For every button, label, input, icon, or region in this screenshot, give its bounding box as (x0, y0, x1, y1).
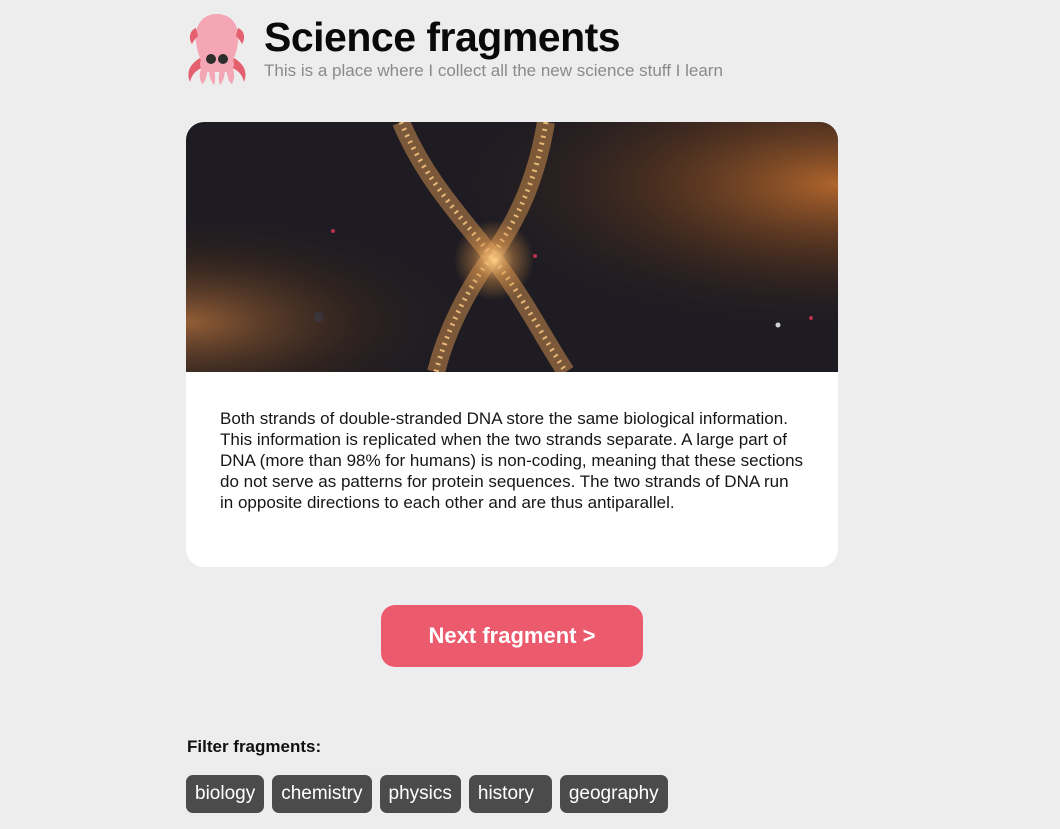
next-fragment-button[interactable]: Next fragment > (381, 605, 643, 667)
filter-chips: biology chemistry physics history geogra… (186, 775, 668, 813)
filter-chip-geography[interactable]: geography (559, 775, 668, 813)
page-subtitle: This is a place where I collect all the … (264, 61, 723, 80)
filter-chip-chemistry[interactable]: chemistry (272, 775, 372, 813)
fragment-text: Both strands of double-stranded DNA stor… (220, 409, 804, 512)
filter-chip-history[interactable]: history (468, 775, 552, 813)
filter-chip-biology[interactable]: biology (186, 775, 265, 813)
squid-icon (188, 14, 246, 85)
page-header: Science fragments This is a place where … (184, 12, 723, 86)
dna-helix-image (186, 122, 838, 372)
filter-label: Filter fragments: (187, 737, 322, 756)
filter-chip-physics[interactable]: physics (379, 775, 461, 813)
fragment-card: Both strands of double-stranded DNA stor… (186, 122, 838, 567)
page-title: Science fragments (264, 14, 621, 60)
